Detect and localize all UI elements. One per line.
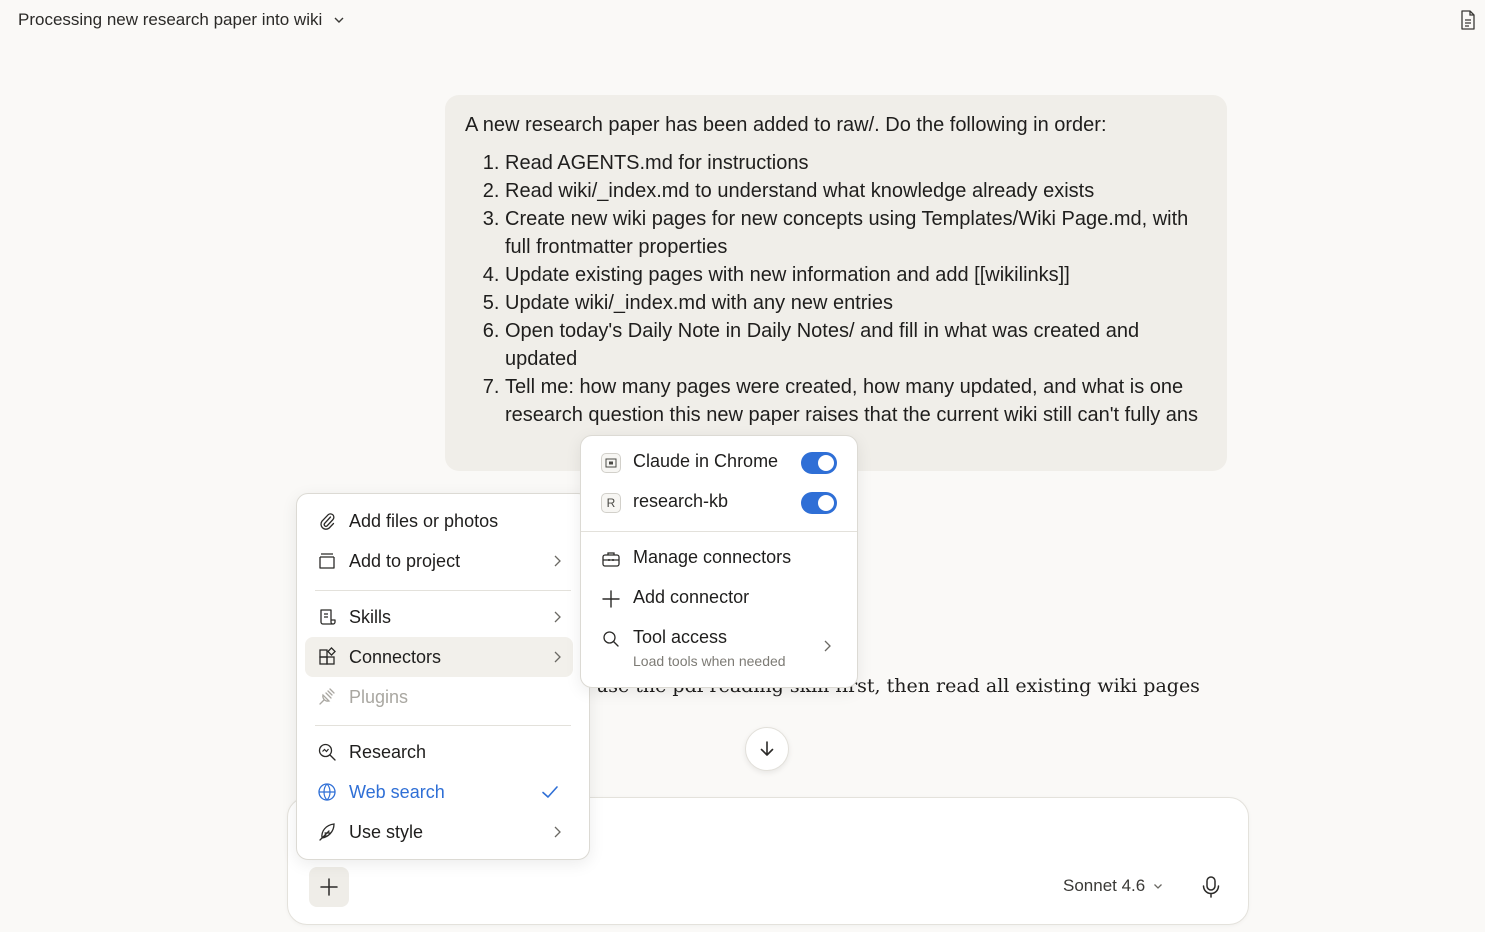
menu-item-connectors[interactable]: Connectors (305, 637, 573, 677)
menu-divider (315, 590, 571, 591)
menu-item-label: Add to project (349, 550, 461, 571)
conversation-title[interactable]: Processing new research paper into wiki (18, 10, 346, 30)
toolbox-icon (602, 552, 620, 567)
document-icon[interactable] (1458, 9, 1478, 31)
voice-input-button[interactable] (1198, 874, 1224, 900)
user-message-intro: A new research paper has been added to r… (465, 114, 1107, 136)
menu-item-label: Skills (349, 606, 392, 627)
list-item: Update wiki/_index.md with any new entri… (505, 289, 1207, 317)
connector-toggle[interactable] (801, 452, 837, 474)
arrow-down-icon (760, 741, 774, 756)
connectors-icon (319, 647, 336, 665)
research-search-icon (318, 743, 336, 761)
plus-icon (602, 590, 620, 608)
user-message-bubble: A new research paper has been added to r… (445, 95, 1227, 471)
menu-item-research[interactable]: Research (305, 732, 573, 772)
connector-badge: R (601, 493, 621, 513)
menu-item-label: Add connector (633, 587, 750, 607)
search-icon (603, 631, 619, 647)
add-content-button[interactable] (309, 867, 349, 907)
chevron-right-icon (554, 611, 561, 623)
connector-label: Claude in Chrome (633, 451, 779, 471)
list-item: Tell me: how many pages were created, ho… (505, 373, 1207, 429)
list-item: Open today's Daily Note in Daily Notes/ … (505, 317, 1207, 373)
plus-icon (320, 878, 338, 896)
menu-item-label: Tool access (633, 627, 728, 647)
menu-item-label: Connectors (349, 646, 442, 667)
plug-icon (319, 688, 335, 705)
chevron-down-icon (334, 17, 344, 23)
user-message-steps: Read AGENTS.md for instructions Read wik… (465, 149, 1207, 429)
menu-item-use-style[interactable]: Use style (305, 812, 573, 852)
menu-item-label: Plugins (349, 686, 409, 707)
globe-icon (318, 783, 336, 801)
menu-item-web-search[interactable]: Web search (305, 772, 573, 812)
model-name: Sonnet 4.6 (1063, 876, 1146, 895)
skills-scroll-icon (320, 609, 336, 625)
model-selector[interactable]: Sonnet 4.6 (1063, 876, 1164, 896)
menu-item-manage-connectors[interactable]: Manage connectors (589, 539, 849, 579)
menu-item-label: Research (349, 741, 427, 762)
checkmark-icon (542, 786, 558, 798)
menu-item-skills[interactable]: Skills (305, 597, 573, 637)
connector-research-kb[interactable]: R research-kb (589, 483, 849, 523)
add-content-menu: Add files or photos Add to project Skill… (296, 493, 590, 860)
list-item: Read AGENTS.md for instructions (505, 149, 1207, 177)
chevron-right-icon (554, 555, 561, 567)
conversation-title-text: Processing new research paper into wiki (18, 10, 323, 29)
chevron-down-icon (1154, 884, 1163, 889)
list-item: Update existing pages with new informati… (505, 261, 1207, 289)
scroll-to-bottom-button[interactable] (745, 727, 789, 771)
connector-claude-in-chrome[interactable]: Claude in Chrome (589, 443, 849, 483)
menu-item-label: Add files or photos (349, 510, 499, 531)
list-item: Create new wiki pages for new concepts u… (505, 205, 1207, 261)
menu-item-label: Use style (349, 821, 424, 842)
feather-pen-icon (319, 823, 335, 841)
menu-item-tool-access[interactable]: Tool access Load tools when needed (589, 619, 849, 675)
menu-item-add-files[interactable]: Add files or photos (305, 501, 573, 541)
list-item: Read wiki/_index.md to understand what k… (505, 177, 1207, 205)
connector-toggle[interactable] (801, 492, 837, 514)
connector-label: research-kb (633, 491, 729, 511)
menu-item-label: Manage connectors (633, 547, 792, 567)
microphone-icon (1202, 876, 1220, 898)
chevron-right-icon (824, 640, 831, 652)
menu-item-label: Web search (349, 781, 445, 802)
connectors-submenu: Claude in Chrome R research-kb Manage co… (580, 435, 858, 688)
menu-divider (581, 531, 857, 532)
project-box-icon (319, 553, 335, 569)
paperclip-icon (320, 513, 335, 530)
top-bar: Processing new research paper into wiki (0, 0, 1485, 40)
menu-item-plugins: Plugins (305, 677, 573, 717)
chevron-right-icon (554, 651, 561, 663)
chevron-right-icon (554, 826, 561, 838)
menu-item-add-to-project[interactable]: Add to project (305, 541, 573, 581)
menu-divider (315, 725, 571, 726)
menu-item-add-connector[interactable]: Add connector (589, 579, 849, 619)
chrome-extension-icon (601, 453, 621, 473)
menu-item-sublabel: Load tools when needed (633, 653, 786, 669)
